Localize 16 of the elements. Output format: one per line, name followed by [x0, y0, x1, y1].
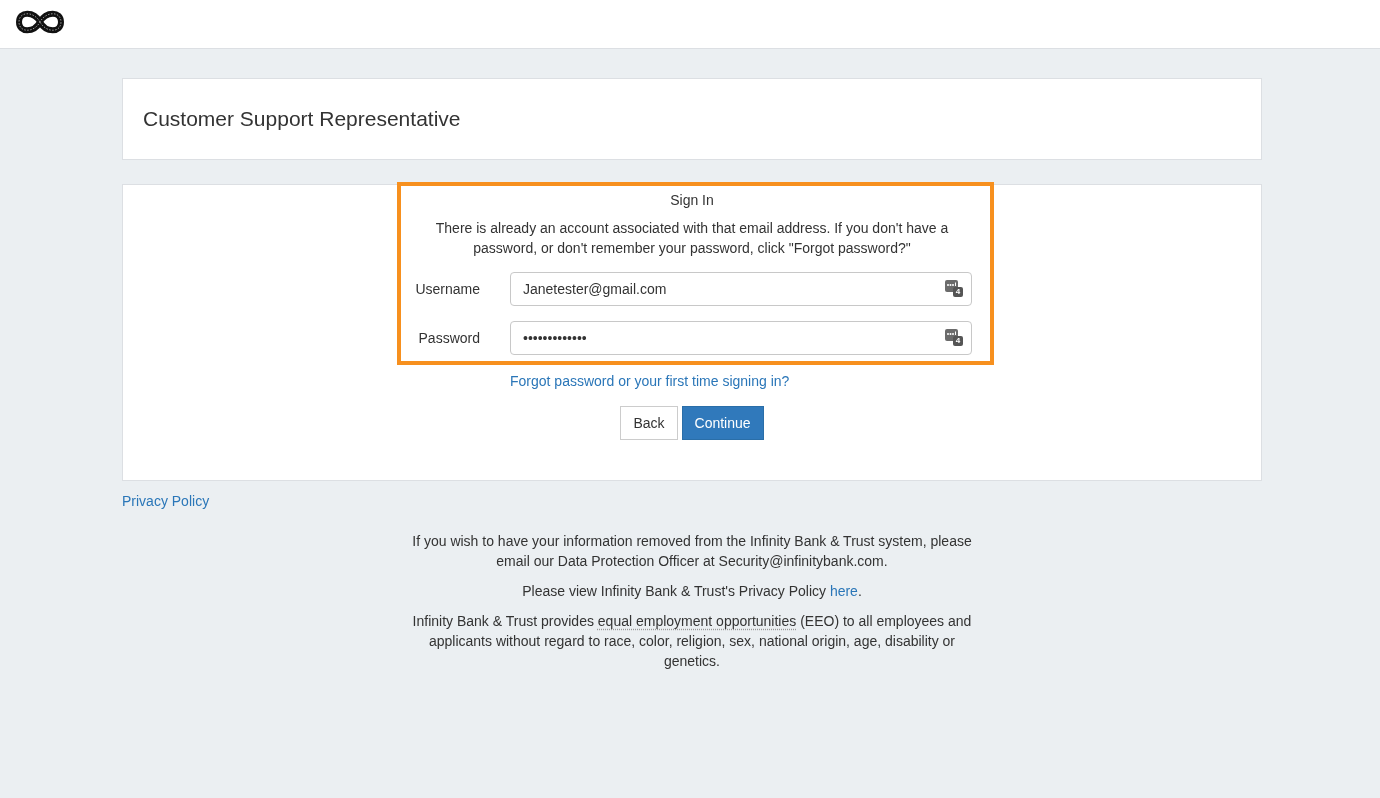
infinity-logo — [14, 8, 66, 36]
footer-paragraph: Please view Infinity Bank & Trust's Privacy Policy here. — [521, 582, 863, 601]
count-badge: 4 — [953, 336, 963, 346]
footer-paragraph: Infinity Bank & Trust provides equal employment opportunities (EEO) to all employees and applicants without regard to race, color, religion, sex, national origin, age, disability or genetics. — [412, 612, 972, 671]
sign-in-message: There is already an account associated with that email address. If you don't have a password, or don't remember your password, click "Forgot password?" — [434, 219, 950, 258]
form-button[interactable]: Back — [620, 406, 678, 440]
form-button[interactable]: Continue — [681, 406, 764, 440]
footer-paragraph: If you wish to have your information removed from the Infinity Bank & Trust system, please email our Data Protection Officer at Security@infinitybank.com. — [412, 532, 972, 571]
field-label: Username — [414, 280, 480, 299]
page-title: Customer Support Representative — [143, 107, 461, 131]
sign-in-heading: Sign In — [669, 191, 715, 210]
field-label: Password — [417, 329, 480, 348]
forgot-password-link[interactable]: Forgot password or your first time signing in? — [510, 373, 790, 389]
here-link[interactable]: here — [829, 583, 858, 599]
count-badge: 4 — [953, 287, 963, 297]
privacy-policy-link[interactable]: Privacy Policy — [122, 493, 210, 509]
